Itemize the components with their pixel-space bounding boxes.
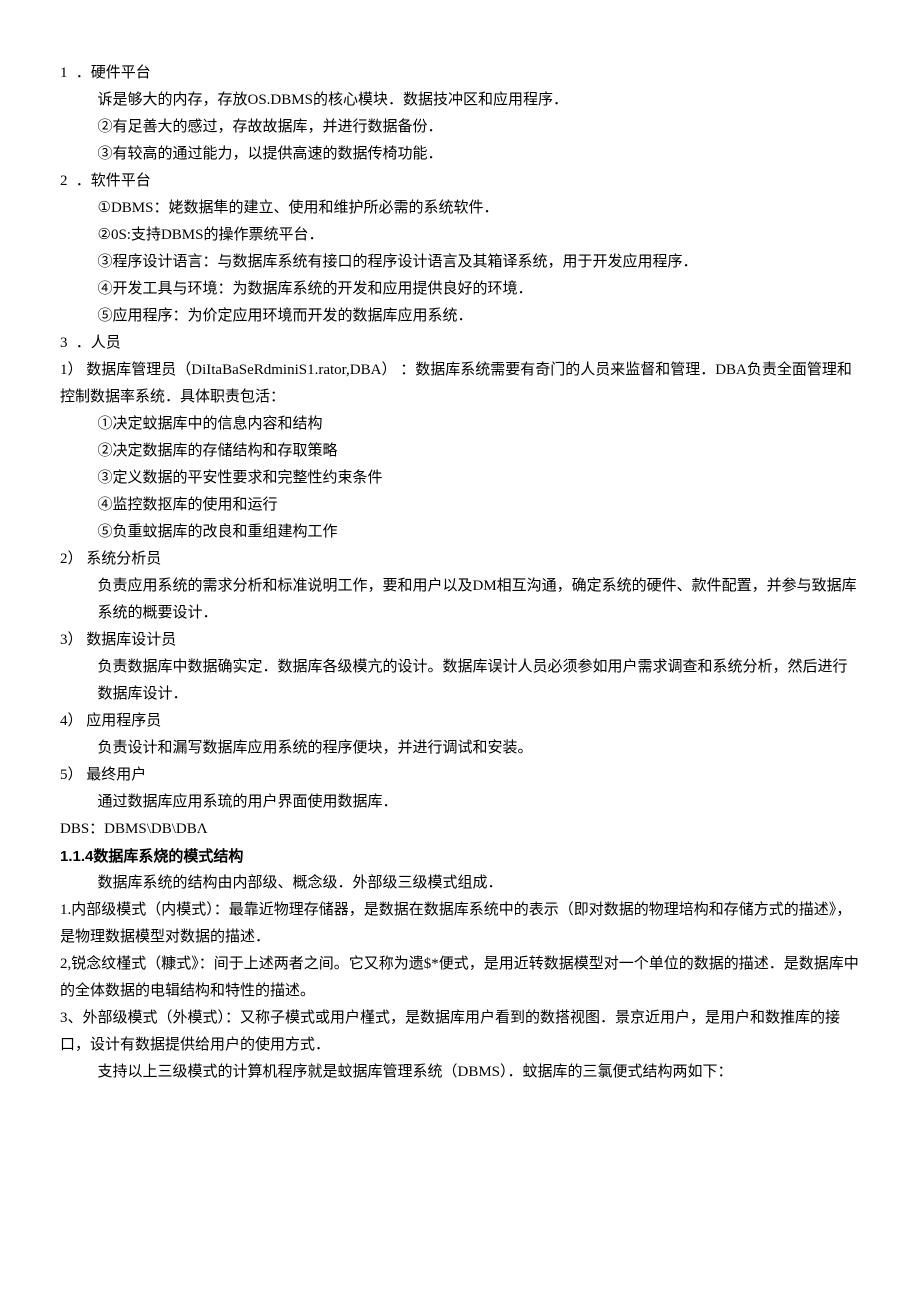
s4-internal-schema: 1.内部级模式（内模式）：最靠近物理存储器，是数据在数据库系统中的表示（即对数据…	[60, 897, 860, 951]
s2-item5: ⑤应用程序：为价定应用环境而开发的数据库应用系统．	[60, 303, 860, 330]
s3-designer-heading: 3） 数据库设计员	[60, 627, 860, 654]
s4-dbms-support: 支持以上三级模式的计算机程序就是蚊据库管理系统（DBMS）．蚊据库的三氯便式结构…	[60, 1059, 860, 1086]
s3-dba-para: 1） 数据库管理员（DiItaBaSeRdminiS1.rator,DBA） ：…	[60, 357, 860, 411]
s2-item3: ③程序设计语言：与数据库系统有接口的程序设计语言及其箱译系统，用于开发应用程序．	[60, 249, 860, 276]
section-114-heading: 1.1.4数据库系烧的模式结构	[60, 843, 860, 870]
s3-dba-item4: ④监控数抠库的使用和运行	[60, 492, 860, 519]
s3-designer-para: 负责数据库中数据确实定．数据库各级模亢的设计。数据库误计人员必须参如用户需求调查…	[60, 654, 860, 708]
s1-item1: 诉是够大的内存，存放OS.DBMS的核心模块．数据技冲区和应用程序．	[60, 87, 860, 114]
s3-dba-item3: ③定义数据的平安性要求和完整性约束条件	[60, 465, 860, 492]
s3-programmer-heading: 4） 应用程序员	[60, 708, 860, 735]
s3-programmer-para: 负责设计和漏写数据库应用系统的程序便块，并进行调试和安装。	[60, 735, 860, 762]
s3-enduser-para: 通过数据库应用系琉的用户界面使用数据库．	[60, 789, 860, 816]
s4-conceptual-schema: 2,锐念纹槿式（糠式》：间于上述两者之间。它又称为遗$*便式，是用近转数据模型对…	[60, 951, 860, 1005]
s2-item2: ②0S:支持DBMS的操作票统平台．	[60, 222, 860, 249]
s2-heading: 2 ．软件平台	[60, 168, 860, 195]
s1-item2: ②有足善大的感过，存故故据库，并进行数据备份．	[60, 114, 860, 141]
s3-dba-item1: ①决定蚊据库中的信息内容和结构	[60, 411, 860, 438]
s1-item3: ③有较高的通过能力，以提供高速的数据传椅功能．	[60, 141, 860, 168]
s2-item1: ①DBMS：姥数据隼的建立、使用和维护所必需的系统软件．	[60, 195, 860, 222]
s1-heading: 1 ．硬件平台	[60, 60, 860, 87]
s3-analyst-heading: 2） 系统分析员	[60, 546, 860, 573]
s3-enduser-heading: 5） 最终用户	[60, 762, 860, 789]
s4-intro: 数据库系统的结构由内部级、概念级．外部级三级模式组成．	[60, 870, 860, 897]
s3-heading: 3 ．人员	[60, 330, 860, 357]
s2-item4: ④开发工具与环境：为数据库系统的开发和应用提供良好的环境．	[60, 276, 860, 303]
s3-analyst-para: 负责应用系统的需求分析和标准说明工作，要和用户以及DM相互沟通，确定系统的硬件、…	[60, 573, 860, 627]
s3-dba-item2: ②决定数据库的存储结构和存取策略	[60, 438, 860, 465]
s4-external-schema: 3、外部级模式（外模式）：又称子模式或用户槿式，是数据库用户看到的数搭视图．景京…	[60, 1005, 860, 1059]
s3-dba-item5: ⑤负重蚊据库的改良和重组建构工作	[60, 519, 860, 546]
s3-dbs-line: DBS：DBMS\DB\DBΛ	[60, 816, 860, 843]
